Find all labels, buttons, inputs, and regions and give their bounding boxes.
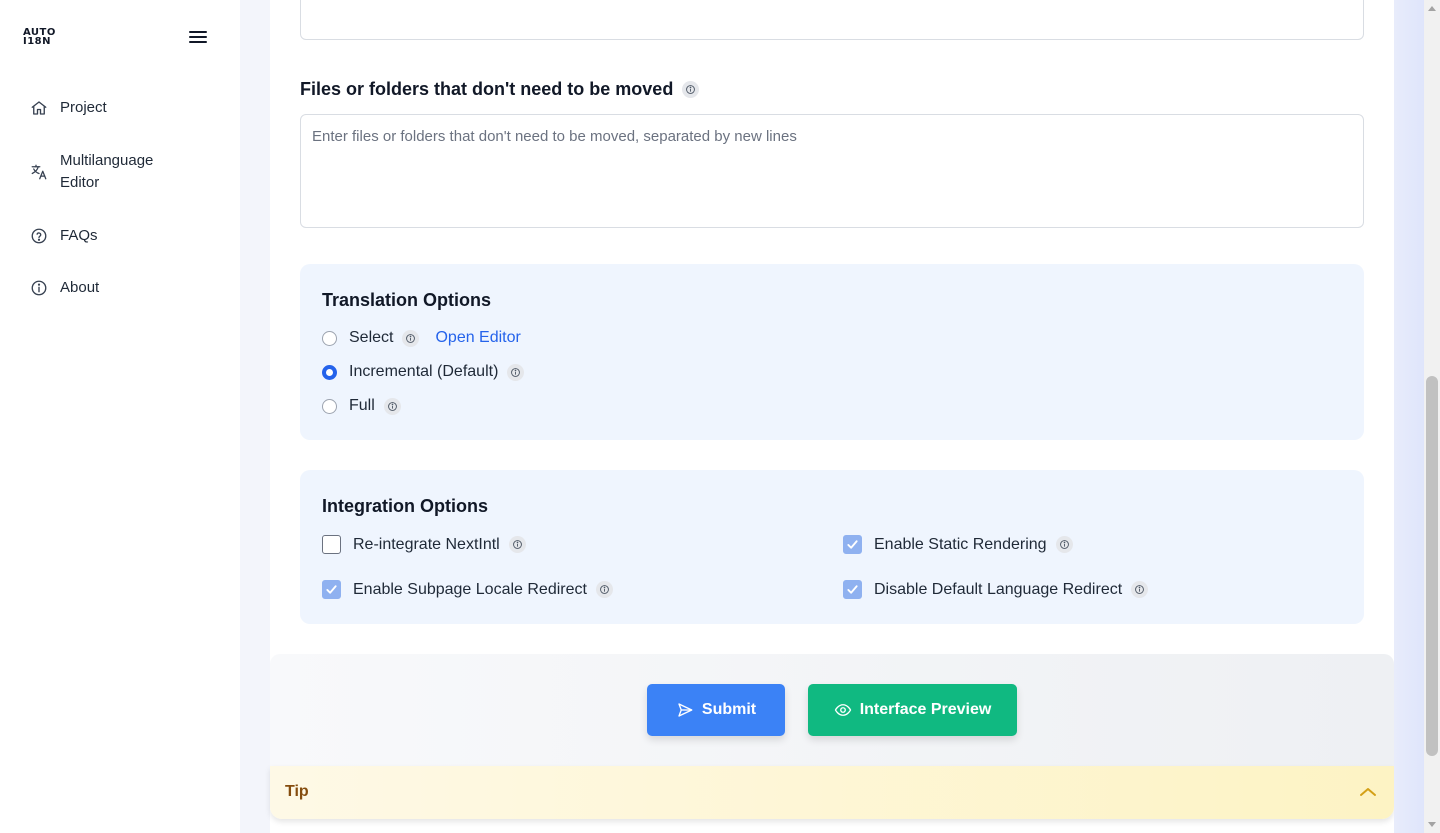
check-icon [847, 540, 858, 549]
main-content: Files or folders that don't need to be m… [270, 0, 1394, 833]
integration-option-reintegrate-nextintl: Re-integrate NextIntl [322, 535, 526, 554]
option-label: Disable Default Language Redirect [874, 580, 1123, 598]
menu-toggle-icon[interactable] [189, 30, 207, 44]
info-icon[interactable] [508, 536, 526, 553]
option-label: Enable Subpage Locale Redirect [353, 580, 587, 598]
translation-option-incremental: Incremental (Default) [322, 363, 525, 381]
help-circle-icon [30, 227, 48, 245]
integration-options-title: Integration Options [322, 496, 488, 516]
tip-bar[interactable]: Tip [270, 766, 1394, 819]
scrollbar-thumb[interactable] [1426, 376, 1438, 756]
info-icon[interactable] [1055, 536, 1073, 553]
info-icon[interactable] [507, 363, 525, 381]
eye-icon [834, 704, 851, 716]
scroll-down-arrow-icon[interactable] [1428, 822, 1436, 827]
interface-preview-button[interactable]: Interface Preview [808, 684, 1017, 736]
option-label: Select [349, 329, 394, 346]
submit-button[interactable]: Submit [647, 684, 785, 736]
info-icon[interactable] [595, 581, 613, 598]
check-icon [847, 585, 858, 594]
scrollbar[interactable] [1424, 0, 1440, 833]
integration-option-subpage-locale-redirect: Enable Subpage Locale Redirect [322, 580, 613, 599]
sidebar: AUTO I18N Project Multilanguage Editor F… [0, 0, 240, 833]
exclude-section-title: Files or folders that don't need to be m… [300, 79, 700, 100]
exclude-files-textarea[interactable] [300, 114, 1364, 228]
sidebar-item-label: FAQs [60, 227, 98, 244]
checkbox-reintegrate-nextintl[interactable] [322, 535, 341, 554]
sidebar-item-faqs[interactable]: FAQs [30, 225, 98, 247]
sidebar-item-multilanguage-editor[interactable]: Multilanguage Editor [30, 150, 180, 194]
translation-options-panel: Translation Options Select Open Editor I… [300, 264, 1364, 440]
option-label: Full [349, 397, 375, 414]
option-label: Incremental (Default) [349, 363, 499, 380]
checkbox-subpage-locale-redirect[interactable] [322, 580, 341, 599]
info-icon[interactable] [402, 329, 420, 347]
integration-option-static-rendering: Enable Static Rendering [843, 535, 1073, 554]
option-label: Re-integrate NextIntl [353, 535, 500, 553]
app-logo[interactable]: AUTO I18N [23, 28, 56, 47]
sidebar-item-label: About [60, 279, 100, 296]
info-icon[interactable] [682, 81, 700, 98]
scroll-up-arrow-icon[interactable] [1428, 6, 1436, 11]
integration-option-disable-default-language-redirect: Disable Default Language Redirect [843, 580, 1149, 599]
chevron-up-icon[interactable] [1358, 784, 1378, 800]
radio-select[interactable] [322, 330, 337, 346]
translate-icon [30, 163, 48, 181]
sidebar-item-label: Project [60, 99, 107, 116]
checkbox-disable-default-language-redirect[interactable] [843, 580, 862, 599]
sidebar-item-label: Multilanguage Editor [60, 152, 154, 191]
previous-textarea[interactable] [300, 0, 1364, 40]
action-bar: Submit Interface Preview [270, 654, 1394, 769]
info-icon[interactable] [383, 397, 401, 415]
integration-options-panel: Integration Options Re-integrate NextInt… [300, 470, 1364, 624]
sidebar-item-project[interactable]: Project [30, 97, 107, 119]
check-icon [326, 585, 337, 594]
home-icon [30, 99, 48, 117]
translation-options-title: Translation Options [322, 290, 492, 310]
tip-label: Tip [285, 783, 309, 800]
translation-option-select: Select Open Editor [322, 329, 521, 347]
translation-option-full: Full [322, 397, 401, 415]
background-strip [1394, 0, 1424, 833]
open-editor-link[interactable]: Open Editor [435, 329, 520, 347]
info-circle-icon [30, 279, 48, 297]
info-icon[interactable] [1131, 581, 1149, 598]
checkbox-static-rendering[interactable] [843, 535, 862, 554]
radio-full[interactable] [322, 398, 337, 414]
radio-incremental[interactable] [322, 364, 337, 380]
sidebar-item-about[interactable]: About [30, 277, 99, 299]
send-icon [678, 703, 693, 717]
option-label: Enable Static Rendering [874, 535, 1047, 553]
